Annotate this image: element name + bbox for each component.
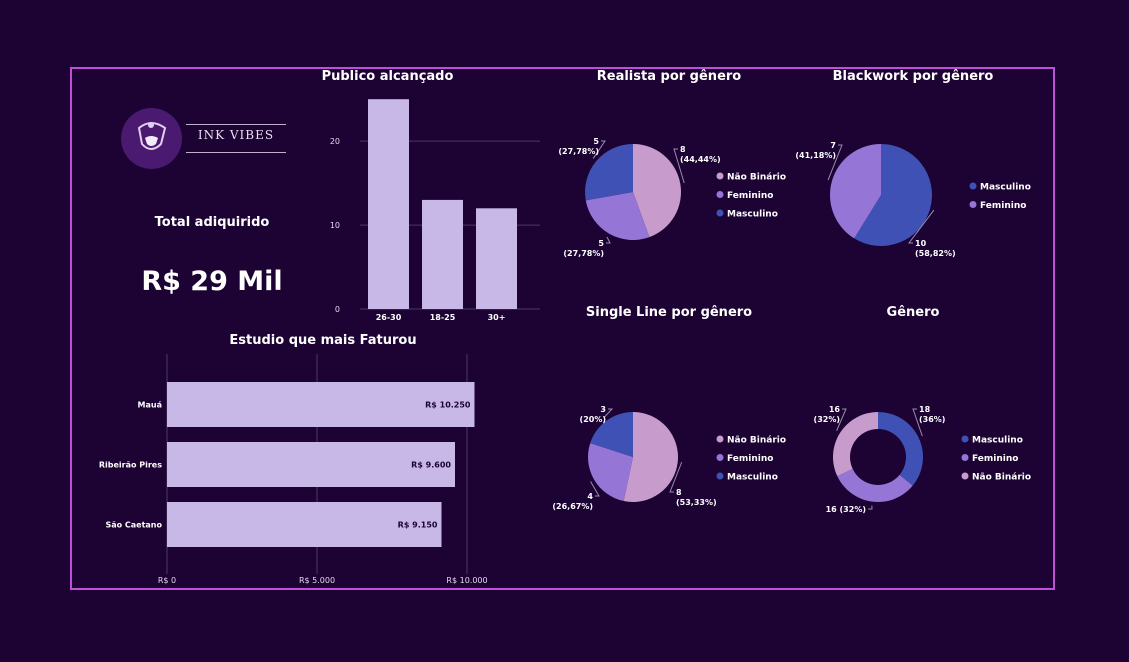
bar-30- — [476, 208, 517, 309]
data-label: 16 (32%) — [826, 505, 866, 514]
data-label: 5 — [593, 137, 599, 146]
legend-entry-nao-binario: Não Binário — [727, 436, 786, 446]
data-label-pct: (53,33%) — [676, 498, 717, 507]
legend-marker — [716, 454, 724, 461]
x-tick-label: R$ 0 — [158, 576, 176, 585]
data-label: 8 — [680, 145, 686, 154]
legend-marker — [969, 201, 977, 208]
x-tick-label: 18-25 — [430, 313, 456, 322]
chart-title-realista: Realista por gênero — [596, 69, 742, 84]
genero-chart: 18(36%) 16 (32%) 16(32%) Masculino Feminino N… — [814, 405, 1032, 514]
data-label-pct: (36%) — [919, 415, 945, 424]
y-tick-label: Ribeirão Pires — [99, 461, 162, 470]
legend-marker — [961, 435, 969, 443]
chart-title-estudio: Estudio que mais Faturou — [229, 333, 417, 348]
legend-entry-feminino: Feminino — [727, 454, 773, 464]
bar-26-30 — [368, 99, 409, 309]
data-label: 5 — [598, 239, 604, 248]
data-label: 4 — [587, 492, 593, 501]
blackwork-chart: 10(58,82%) 7(41,18%) Masculino Feminino — [795, 141, 1031, 258]
y-tick-label: 10 — [330, 221, 340, 230]
data-label-pct: (26,67%) — [552, 502, 593, 511]
data-label-pct: (44,44%) — [680, 155, 721, 164]
slice-masculino — [878, 412, 923, 486]
legend-marker — [961, 454, 969, 461]
legend-marker — [969, 182, 977, 190]
legend-entry-feminino: Feminino — [727, 191, 773, 201]
bar-18-25 — [422, 199, 463, 309]
estudio-chart: R$ 0 R$ 5.000 R$ 10.000 R$ 10.250 Mauá R$ 9.6… — [99, 354, 488, 585]
data-label: 10 — [915, 239, 927, 248]
data-label: R$ 9.600 — [411, 461, 451, 470]
legend-marker — [716, 191, 724, 198]
legend-entry-masculino: Masculino — [727, 210, 778, 220]
legend-marker — [716, 209, 724, 217]
data-label: 3 — [600, 405, 606, 414]
data-label-pct: (20%) — [580, 415, 606, 424]
logo-icon — [121, 108, 182, 169]
legend-entry-feminino: Feminino — [980, 201, 1026, 211]
data-label: 16 — [829, 405, 841, 414]
chart-title-blackwork: Blackwork por gênero — [832, 69, 994, 84]
kpi-label: Total adiquirido — [154, 215, 270, 230]
legend-marker — [716, 472, 724, 480]
chart-title-genero: Gênero — [886, 305, 940, 320]
x-tick-label: 26-30 — [376, 313, 402, 322]
logo-line-bottom — [186, 152, 286, 153]
legend-marker — [716, 435, 724, 443]
chart-title-singleline: Single Line por gênero — [585, 305, 753, 320]
data-label: 7 — [830, 141, 836, 150]
publico-chart: 0 10 20 26-30 18-25 30+ — [330, 99, 540, 322]
chart-title-publico: Publico alcançado — [321, 69, 454, 84]
data-label: R$ 9.150 — [398, 521, 438, 530]
legend-entry-masculino: Masculino — [972, 436, 1023, 446]
legend-entry-nao-binario: Não Binário — [972, 473, 1031, 483]
y-tick-label: Mauá — [138, 401, 162, 410]
legend-marker — [716, 172, 724, 180]
legend-entry-feminino: Feminino — [972, 454, 1018, 464]
x-tick-label: 30+ — [488, 313, 506, 322]
x-tick-label: R$ 10.000 — [446, 576, 487, 585]
legend-entry-masculino: Masculino — [727, 473, 778, 483]
y-tick-label: São Caetano — [105, 521, 162, 530]
singleline-chart: 8(53,33%) 4(26,67%) 3(20%) Não Binário Femin… — [552, 405, 786, 511]
realista-chart: 8(44,44%)5(27,78%)5(27,78%)Não BinárioFe… — [558, 137, 786, 258]
legend-entry-masculino: Masculino — [980, 183, 1031, 193]
data-label: 8 — [676, 488, 682, 497]
legend-entry-nao-binario: Não Binário — [727, 173, 786, 183]
legend-marker — [961, 472, 969, 480]
data-label: R$ 10.250 — [425, 401, 471, 410]
y-tick-label: 20 — [330, 137, 340, 146]
logo-line-top — [186, 124, 286, 125]
data-label-pct: (41,18%) — [795, 151, 836, 160]
leader-line — [868, 505, 873, 510]
x-tick-label: R$ 5.000 — [299, 576, 335, 585]
y-tick-label: 0 — [335, 305, 340, 314]
kpi-value: R$ 29 Mil — [141, 266, 283, 297]
data-label-pct: (27,78%) — [563, 249, 604, 258]
data-label: 18 — [919, 405, 931, 414]
leader-line — [606, 236, 611, 244]
data-label-pct: (32%) — [814, 415, 840, 424]
data-label-pct: (27,78%) — [558, 147, 599, 156]
data-label-pct: (58,82%) — [915, 249, 956, 258]
logo-text: INK VIBES — [197, 128, 275, 142]
